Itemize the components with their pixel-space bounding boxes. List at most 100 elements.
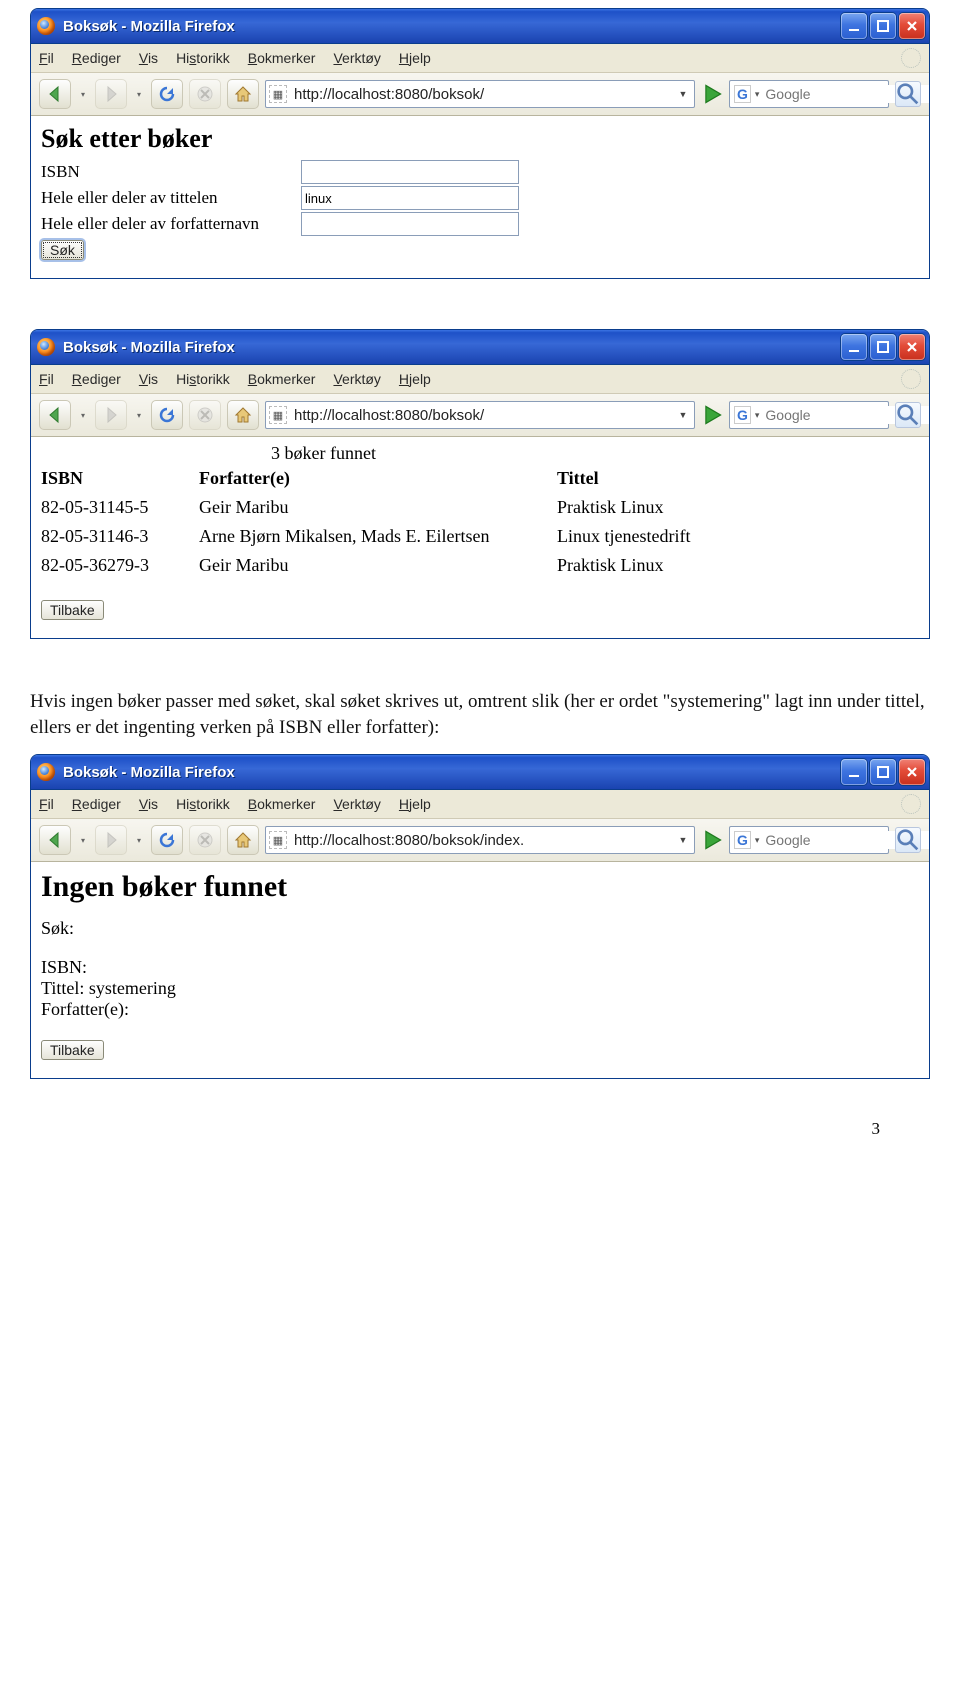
menu-rediger[interactable]: Rediger [72,371,121,387]
menu-hjelp[interactable]: Hjelp [399,371,431,387]
url-dropdown[interactable]: ▼ [675,410,691,420]
url-input[interactable] [292,831,670,850]
back-dropdown[interactable]: ▾ [77,80,89,108]
maximize-button[interactable] [870,334,896,360]
forward-dropdown[interactable]: ▾ [133,826,145,854]
stop-button[interactable] [189,79,221,109]
table-row: 82-05-36279-3Geir MaribuPraktisk Linux [41,551,708,580]
go-button[interactable] [701,829,723,851]
menu-bokmerker[interactable]: Bokmerker [248,796,316,812]
cell-title: Praktisk Linux [557,493,708,522]
forward-button[interactable] [95,825,127,855]
engine-dropdown[interactable]: ▾ [755,89,760,100]
google-engine-icon[interactable]: G [734,406,751,424]
menu-fil[interactable]: Fil [39,796,54,812]
search-box[interactable]: G ▾ [729,80,889,108]
url-bar[interactable]: ▦ ▼ [265,826,695,854]
menu-bokmerker[interactable]: Bokmerker [248,371,316,387]
titlebar: Boksøk - Mozilla Firefox [31,9,929,44]
minimize-button[interactable] [841,759,867,785]
search-box[interactable]: G ▾ [729,826,889,854]
reload-button[interactable] [151,825,183,855]
title-input[interactable] [301,186,519,210]
menu-vis[interactable]: Vis [139,796,158,812]
home-button[interactable] [227,79,259,109]
google-engine-icon[interactable]: G [734,831,751,849]
search-go-button[interactable] [895,402,921,428]
back-link-button[interactable]: Tilbake [41,1040,104,1060]
url-input[interactable] [292,406,670,425]
close-button[interactable] [899,759,925,785]
menu-rediger[interactable]: Rediger [72,50,121,66]
url-bar[interactable]: ▦ ▼ [265,401,695,429]
menubar: Fil Rediger Vis Historikk Bokmerker Verk… [31,44,929,73]
back-dropdown[interactable]: ▾ [77,401,89,429]
submit-search-button[interactable]: Søk [41,240,84,260]
go-button[interactable] [701,83,723,105]
col-title: Tittel [557,466,708,493]
back-button[interactable] [39,825,71,855]
page-content-results: 3 bøker funnet ISBN Forfatter(e) Tittel … [31,437,929,638]
url-bar[interactable]: ▦ ▼ [265,80,695,108]
forward-button[interactable] [95,79,127,109]
echo-title: Tittel: systemering [41,978,919,999]
engine-dropdown[interactable]: ▾ [755,410,760,421]
isbn-input[interactable] [301,160,519,184]
forward-button[interactable] [95,400,127,430]
menu-hjelp[interactable]: Hjelp [399,796,431,812]
back-button[interactable] [39,400,71,430]
url-dropdown[interactable]: ▼ [675,89,691,99]
page-heading: Ingen bøker funnet [41,870,919,904]
forward-dropdown[interactable]: ▾ [133,401,145,429]
home-button[interactable] [227,400,259,430]
back-link-button[interactable]: Tilbake [41,600,104,620]
home-button[interactable] [227,825,259,855]
titlebar: Boksøk - Mozilla Firefox [31,330,929,365]
url-dropdown[interactable]: ▼ [675,835,691,845]
firefox-icon [37,338,55,356]
cell-author: Geir Maribu [199,551,557,580]
back-button[interactable] [39,79,71,109]
menu-fil[interactable]: Fil [39,371,54,387]
maximize-button[interactable] [870,13,896,39]
firefox-icon [37,763,55,781]
search-go-button[interactable] [895,81,921,107]
author-input[interactable] [301,212,519,236]
minimize-button[interactable] [841,13,867,39]
reload-button[interactable] [151,79,183,109]
maximize-button[interactable] [870,759,896,785]
menu-verktoy[interactable]: Verktøy [333,50,380,66]
favicon-icon: ▦ [269,85,287,103]
menu-vis[interactable]: Vis [139,50,158,66]
menu-historikk[interactable]: Historikk [176,50,230,66]
table-row: 82-05-31146-3Arne Bjørn Mikalsen, Mads E… [41,522,708,551]
back-dropdown[interactable]: ▾ [77,826,89,854]
stop-button[interactable] [189,400,221,430]
stop-button[interactable] [189,825,221,855]
menu-historikk[interactable]: Historikk [176,796,230,812]
menu-vis[interactable]: Vis [139,371,158,387]
close-button[interactable] [899,334,925,360]
forward-dropdown[interactable]: ▾ [133,80,145,108]
minimize-button[interactable] [841,334,867,360]
go-button[interactable] [701,404,723,426]
menu-fil[interactable]: Fil [39,50,54,66]
search-box[interactable]: G ▾ [729,401,889,429]
window-title: Boksøk - Mozilla Firefox [63,18,841,35]
menu-verktoy[interactable]: Verktøy [333,371,380,387]
close-button[interactable] [899,13,925,39]
reload-button[interactable] [151,400,183,430]
search-go-button[interactable] [895,827,921,853]
author-label: Hele eller deler av forfatternavn [41,214,301,234]
navigation-toolbar: ▾ ▾ ▦ ▼ G ▾ [31,73,929,116]
page-heading: Søk etter bøker [41,124,919,154]
menu-rediger[interactable]: Rediger [72,796,121,812]
menu-hjelp[interactable]: Hjelp [399,50,431,66]
google-engine-icon[interactable]: G [734,85,751,103]
engine-dropdown[interactable]: ▾ [755,835,760,846]
result-table: ISBN Forfatter(e) Tittel 82-05-31145-5Ge… [41,466,708,580]
menu-verktoy[interactable]: Verktøy [333,796,380,812]
menu-bokmerker[interactable]: Bokmerker [248,50,316,66]
menu-historikk[interactable]: Historikk [176,371,230,387]
url-input[interactable] [292,85,670,104]
